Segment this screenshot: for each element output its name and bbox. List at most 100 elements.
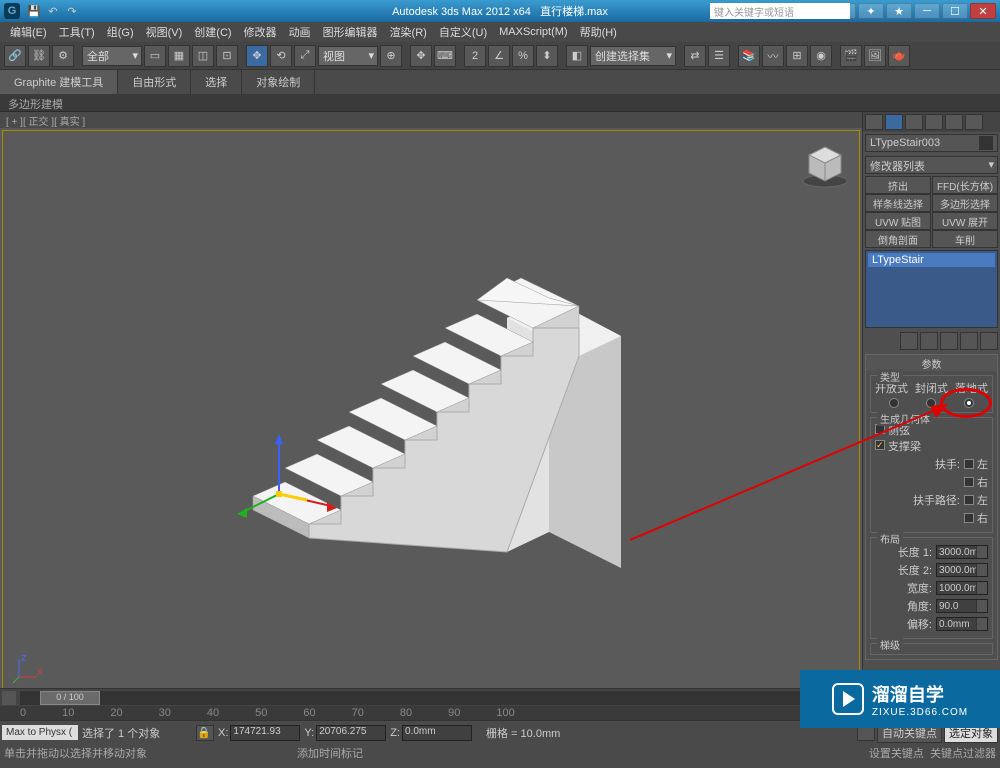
render-icon[interactable]: 🫖 [888, 45, 910, 67]
chk-support[interactable] [875, 440, 885, 450]
menu-modifiers[interactable]: 修改器 [238, 22, 283, 42]
keyboard-icon[interactable]: ⌨ [434, 45, 456, 67]
tab-display-icon[interactable] [945, 114, 963, 130]
viewcube-icon[interactable] [801, 141, 849, 189]
mirror-icon[interactable]: ⇄ [684, 45, 706, 67]
chk-hand-r[interactable] [964, 477, 974, 487]
menu-tools[interactable]: 工具(T) [53, 22, 101, 42]
field-len2[interactable]: 3000.0mm [936, 563, 988, 577]
chk-hand-l[interactable] [964, 459, 974, 469]
time-handle[interactable]: 0 / 100 [40, 691, 100, 705]
lock-icon[interactable]: 🔒 [196, 725, 214, 741]
keyfilter-button[interactable]: 关键点过滤器 [930, 748, 996, 760]
selection-filter-dropdown[interactable]: 全部 [82, 46, 142, 66]
mod-btn-spline[interactable]: 样条线选择 [865, 194, 931, 212]
tab-hierarchy-icon[interactable] [905, 114, 923, 130]
menu-maxscript[interactable]: MAXScript(M) [493, 24, 573, 40]
redo-icon[interactable]: ↷ [64, 3, 80, 19]
scale-icon[interactable]: ⤢ [294, 45, 316, 67]
chk-path-l[interactable] [964, 495, 974, 505]
unique-icon[interactable] [940, 332, 958, 350]
coord-z-input[interactable]: 0.0mm [402, 725, 472, 741]
mod-btn-lathe[interactable]: 车削 [932, 230, 998, 248]
tab-create-icon[interactable] [865, 114, 883, 130]
align-icon[interactable]: ☰ [708, 45, 730, 67]
mod-btn-extrude[interactable]: 挤出 [865, 176, 931, 194]
select-manip-icon[interactable]: ✥ [410, 45, 432, 67]
menu-customize[interactable]: 自定义(U) [433, 22, 493, 42]
named-selection-dropdown[interactable]: 创建选择集 [590, 46, 676, 66]
radio-open[interactable] [889, 398, 899, 408]
layers-icon[interactable]: 📚 [738, 45, 760, 67]
window-crossing-icon[interactable]: ⊡ [216, 45, 238, 67]
tool2-icon[interactable]: ★ [886, 3, 912, 19]
tool1-icon[interactable]: ✦ [858, 3, 884, 19]
ref-coord-dropdown[interactable]: 视图 [318, 46, 378, 66]
render-setup-icon[interactable]: 🎬 [840, 45, 862, 67]
configure-icon[interactable] [980, 332, 998, 350]
viewport-label[interactable]: [ + ][ 正交 ][ 真实 ] [0, 112, 862, 128]
mod-btn-ffd[interactable]: FFD(长方体) [932, 176, 998, 194]
snap-angle-icon[interactable]: ∠ [488, 45, 510, 67]
mod-btn-uvwmap[interactable]: UVW 贴图 [865, 212, 931, 230]
menu-group[interactable]: 组(G) [101, 22, 140, 42]
tab-modify-icon[interactable] [885, 114, 903, 130]
menu-grapheditor[interactable]: 图形编辑器 [317, 22, 384, 42]
menu-create[interactable]: 创建(C) [188, 22, 237, 42]
undo-icon[interactable]: ↶ [45, 3, 61, 19]
radio-closed[interactable] [926, 398, 936, 408]
mod-btn-bevel[interactable]: 倒角剖面 [865, 230, 931, 248]
menu-view[interactable]: 视图(V) [140, 22, 189, 42]
render-frame-icon[interactable]: 🖼 [864, 45, 886, 67]
object-name-field[interactable]: LTypeStair003 [865, 134, 998, 152]
field-offset[interactable]: 0.0mm [936, 617, 988, 631]
ribbon-tab-graphite[interactable]: Graphite 建模工具 [0, 70, 118, 94]
tab-motion-icon[interactable] [925, 114, 943, 130]
remove-mod-icon[interactable] [960, 332, 978, 350]
coord-x-input[interactable]: 174721.93 [230, 725, 300, 741]
mod-btn-polysel[interactable]: 多边形选择 [932, 194, 998, 212]
timeslider-left-icon[interactable] [2, 691, 16, 705]
link-icon[interactable]: 🔗 [4, 45, 26, 67]
pin-stack-icon[interactable] [900, 332, 918, 350]
chk-path-r[interactable] [964, 513, 974, 523]
minimize-button[interactable]: ─ [914, 3, 940, 19]
close-button[interactable]: ✕ [970, 3, 996, 19]
rotate-icon[interactable]: ⟲ [270, 45, 292, 67]
ribbon-tab-paint[interactable]: 对象绘制 [242, 70, 315, 94]
select-region-icon[interactable]: ◫ [192, 45, 214, 67]
stack-item[interactable]: LTypeStair [868, 253, 995, 267]
ribbon-tab-freeform[interactable]: 自由形式 [118, 70, 191, 94]
add-time-tag[interactable]: 添加时间标记 [297, 745, 363, 761]
tab-utilities-icon[interactable] [965, 114, 983, 130]
ribbon-sub[interactable]: 多边形建模 [0, 94, 1000, 112]
material-icon[interactable]: ◉ [810, 45, 832, 67]
show-end-icon[interactable] [920, 332, 938, 350]
script-listener[interactable]: Max to Physx ( [2, 725, 78, 740]
viewport[interactable]: z x [2, 130, 860, 698]
field-angle[interactable]: 90.0 [936, 599, 988, 613]
modifier-list-dropdown[interactable]: 修改器列表 [865, 156, 998, 174]
select-name-icon[interactable]: ▦ [168, 45, 190, 67]
snap2d-icon[interactable]: 2 [464, 45, 486, 67]
modifier-stack[interactable]: LTypeStair [865, 250, 998, 328]
menu-edit[interactable]: 编辑(E) [4, 22, 53, 42]
save-icon[interactable]: 💾 [26, 3, 42, 19]
move-icon[interactable]: ✥ [246, 45, 268, 67]
bind-icon[interactable]: ⚙ [52, 45, 74, 67]
select-icon[interactable]: ▭ [144, 45, 166, 67]
field-width[interactable]: 1000.0mm [936, 581, 988, 595]
setkey-button[interactable]: 设置关键点 [869, 748, 924, 760]
radio-box[interactable] [964, 398, 974, 408]
named-sel-icon[interactable]: ◧ [566, 45, 588, 67]
maximize-button[interactable]: ☐ [942, 3, 968, 19]
ribbon-tab-select[interactable]: 选择 [191, 70, 242, 94]
snap-percent-icon[interactable]: % [512, 45, 534, 67]
coord-y-input[interactable]: 20706.275 [316, 725, 386, 741]
spinner-snap-icon[interactable]: ⬍ [536, 45, 558, 67]
field-len1[interactable]: 3000.0mm [936, 545, 988, 559]
menu-animation[interactable]: 动画 [283, 22, 317, 42]
mod-btn-uvwunwrap[interactable]: UVW 展开 [932, 212, 998, 230]
search-input[interactable]: 键入关键字或短语 [710, 3, 850, 19]
curve-editor-icon[interactable]: 〰 [762, 45, 784, 67]
